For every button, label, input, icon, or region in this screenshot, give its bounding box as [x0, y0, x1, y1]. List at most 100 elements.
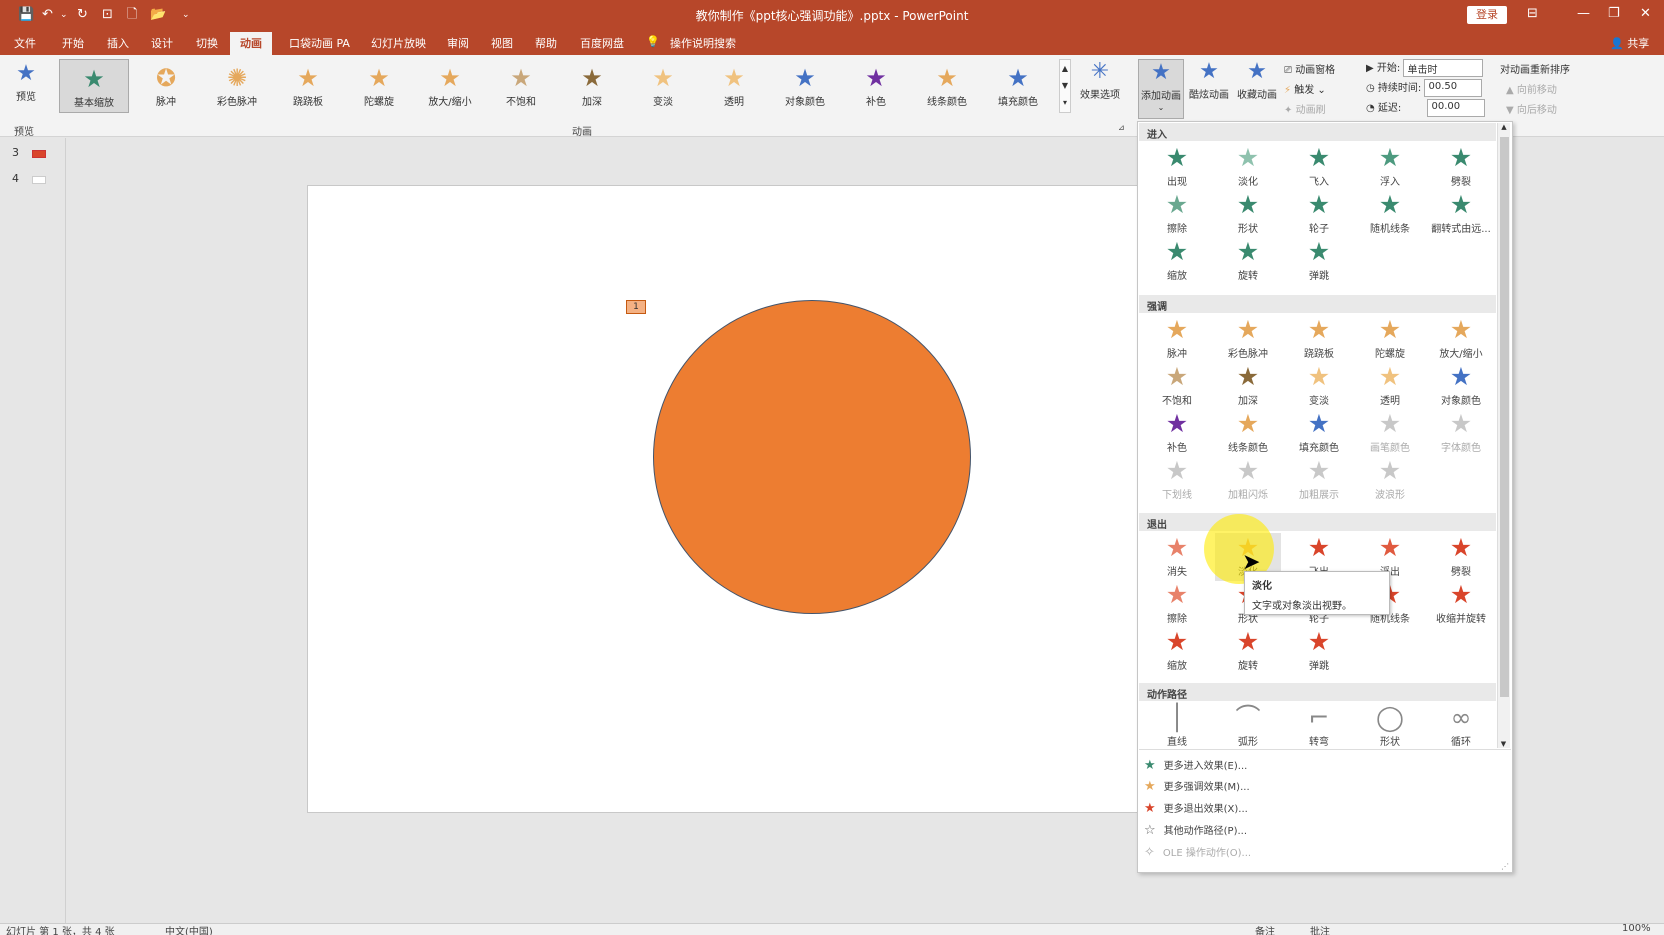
tab-pocket-animation[interactable]: 口袋动画 PA: [289, 35, 350, 51]
gallery-item[interactable]: ★ 放大/缩小: [415, 59, 485, 113]
duration-input[interactable]: 00.50: [1424, 79, 1483, 97]
tab-view[interactable]: 视图: [491, 35, 513, 51]
effect-item[interactable]: ★ 轮子: [1286, 190, 1352, 238]
gallery-item[interactable]: ★ 补色: [841, 59, 911, 113]
effect-item[interactable]: ★ 收缩并旋转: [1428, 580, 1494, 628]
minimize-icon[interactable]: —: [1577, 6, 1590, 21]
effect-item[interactable]: ★ 不饱和: [1144, 362, 1210, 410]
effect-options-button[interactable]: ✳ 效果选项: [1076, 59, 1124, 101]
effect-item[interactable]: ★ 形状: [1215, 190, 1281, 238]
scroll-down-icon[interactable]: ▼: [1060, 77, 1070, 94]
effect-item[interactable]: ★ 对象颜色: [1428, 362, 1494, 410]
effect-item[interactable]: ★ 飞入: [1286, 143, 1352, 191]
gallery-item[interactable]: ★ 陀螺旋: [344, 59, 414, 113]
gallery-item[interactable]: ★ 不饱和: [486, 59, 556, 113]
effect-item[interactable]: ★ 透明: [1357, 362, 1423, 410]
tab-design[interactable]: 设计: [151, 35, 173, 51]
panel-scrollbar[interactable]: ▲ ▼: [1497, 123, 1510, 748]
preview-button[interactable]: ★ 预览: [8, 61, 44, 103]
effect-item[interactable]: ★ 劈裂: [1428, 143, 1494, 191]
tab-file[interactable]: 文件: [14, 35, 36, 51]
scroll-up-icon[interactable]: ▲: [1060, 60, 1070, 77]
login-button[interactable]: 登录: [1467, 6, 1507, 24]
comments-button[interactable]: 批注: [1310, 923, 1330, 935]
effect-item[interactable]: ★ 消失: [1144, 533, 1210, 581]
scroll-thumb[interactable]: [1500, 137, 1509, 697]
scroll-down-icon[interactable]: ▼: [1498, 740, 1509, 748]
share-button[interactable]: 👤 共享: [1610, 35, 1649, 51]
effect-item[interactable]: ★ 弹跳: [1286, 627, 1352, 675]
gallery-expand-icon[interactable]: ▾: [1060, 94, 1070, 111]
tab-home[interactable]: 开始: [62, 35, 84, 51]
gallery-item[interactable]: ★ 跷跷板: [273, 59, 343, 113]
effect-item[interactable]: ★ 陀螺旋: [1357, 315, 1423, 363]
slide-thumbnail[interactable]: [32, 150, 46, 158]
delay-input[interactable]: 00.00: [1427, 99, 1486, 117]
dialog-launcher-icon[interactable]: ⊿: [1118, 123, 1125, 132]
gallery-item[interactable]: ★ 加深: [557, 59, 627, 113]
effect-item[interactable]: ★ 跷跷板: [1286, 315, 1352, 363]
effect-item[interactable]: ★ 浮入: [1357, 143, 1423, 191]
effect-item[interactable]: ★ 翻转式由远...: [1428, 190, 1494, 238]
tab-transitions[interactable]: 切换: [196, 35, 218, 51]
effect-item[interactable]: ★ 填充颜色: [1286, 409, 1352, 457]
effect-item[interactable]: ★ 弹跳: [1286, 237, 1352, 285]
animation-sequence-tag[interactable]: 1: [626, 300, 646, 314]
fav-animation-button[interactable]: ★ 收藏动画: [1234, 59, 1280, 101]
slide-thumbnail[interactable]: [32, 176, 46, 184]
tab-insert[interactable]: 插入: [107, 35, 129, 51]
gallery-item[interactable]: ✪ 脉冲: [131, 59, 201, 113]
notes-button[interactable]: 备注: [1255, 923, 1275, 935]
maximize-icon[interactable]: ❐: [1608, 6, 1620, 21]
effect-item[interactable]: ★ 旋转: [1215, 237, 1281, 285]
effect-item[interactable]: ⌐ 转弯: [1286, 703, 1352, 751]
tab-help[interactable]: 帮助: [535, 35, 557, 51]
more-emphasis-effects[interactable]: ★ 更多强调效果(M)...: [1144, 778, 1250, 794]
effect-item[interactable]: ★ 随机线条: [1357, 190, 1423, 238]
effect-item[interactable]: ★ 变淡: [1286, 362, 1352, 410]
gallery-item[interactable]: ★ 基本缩放: [59, 59, 129, 113]
effect-item[interactable]: ★ 淡化: [1215, 143, 1281, 191]
orange-circle-shape[interactable]: [653, 300, 971, 614]
animation-pane-button[interactable]: ⎚ 动画窗格: [1284, 61, 1335, 76]
effect-item[interactable]: ⌒ 弧形: [1215, 703, 1281, 751]
effect-item[interactable]: ★ 脉冲: [1144, 315, 1210, 363]
gallery-scroll[interactable]: ▲ ▼ ▾: [1059, 59, 1071, 113]
effect-item[interactable]: ★ 加深: [1215, 362, 1281, 410]
tell-me-search[interactable]: 操作说明搜索: [670, 35, 736, 51]
tab-animations[interactable]: 动画: [230, 32, 272, 55]
effect-item[interactable]: ★ 线条颜色: [1215, 409, 1281, 457]
close-icon[interactable]: ✕: [1640, 6, 1651, 21]
more-entrance-effects[interactable]: ★ 更多进入效果(E)...: [1144, 757, 1247, 773]
gallery-item[interactable]: ✺ 彩色脉冲: [202, 59, 272, 113]
effect-item[interactable]: ★ 缩放: [1144, 627, 1210, 675]
effect-item[interactable]: ★ 补色: [1144, 409, 1210, 457]
tab-review[interactable]: 审阅: [447, 35, 469, 51]
tab-slideshow[interactable]: 幻灯片放映: [371, 35, 426, 51]
language[interactable]: 中文(中国): [165, 923, 213, 935]
start-select[interactable]: 单击时: [1403, 59, 1484, 77]
gallery-item[interactable]: ★ 填充颜色: [983, 59, 1053, 113]
effect-item[interactable]: ★ 旋转: [1215, 627, 1281, 675]
slide-scrollbar[interactable]: [1650, 138, 1664, 923]
ribbon-display-icon[interactable]: ⊟: [1527, 6, 1538, 21]
zoom-level[interactable]: 100%: [1622, 923, 1651, 934]
effect-item[interactable]: ★ 劈裂: [1428, 533, 1494, 581]
more-motion-paths[interactable]: ☆ 其他动作路径(P)...: [1144, 822, 1247, 838]
effect-item[interactable]: ∞ 循环: [1428, 703, 1494, 751]
more-exit-effects[interactable]: ★ 更多退出效果(X)...: [1144, 800, 1248, 816]
gallery-item[interactable]: ★ 线条颜色: [912, 59, 982, 113]
effect-item[interactable]: ◯ 形状: [1357, 703, 1423, 751]
scroll-up-icon[interactable]: ▲: [1498, 123, 1510, 131]
effect-item[interactable]: ★ 缩放: [1144, 237, 1210, 285]
gallery-item[interactable]: ★ 透明: [699, 59, 769, 113]
effect-item[interactable]: ★ 彩色脉冲: [1215, 315, 1281, 363]
effect-item[interactable]: ★ 擦除: [1144, 580, 1210, 628]
cool-animation-button[interactable]: ★ 酷炫动画: [1186, 59, 1232, 101]
effect-item[interactable]: ★ 擦除: [1144, 190, 1210, 238]
tab-baidu-netdisk[interactable]: 百度网盘: [580, 35, 624, 51]
add-animation-button[interactable]: ★ 添加动画 ⌄: [1138, 59, 1184, 119]
effect-item[interactable]: ★ 出现: [1144, 143, 1210, 191]
gallery-item[interactable]: ★ 变淡: [628, 59, 698, 113]
resize-grip-icon[interactable]: ⋰: [1501, 862, 1509, 871]
